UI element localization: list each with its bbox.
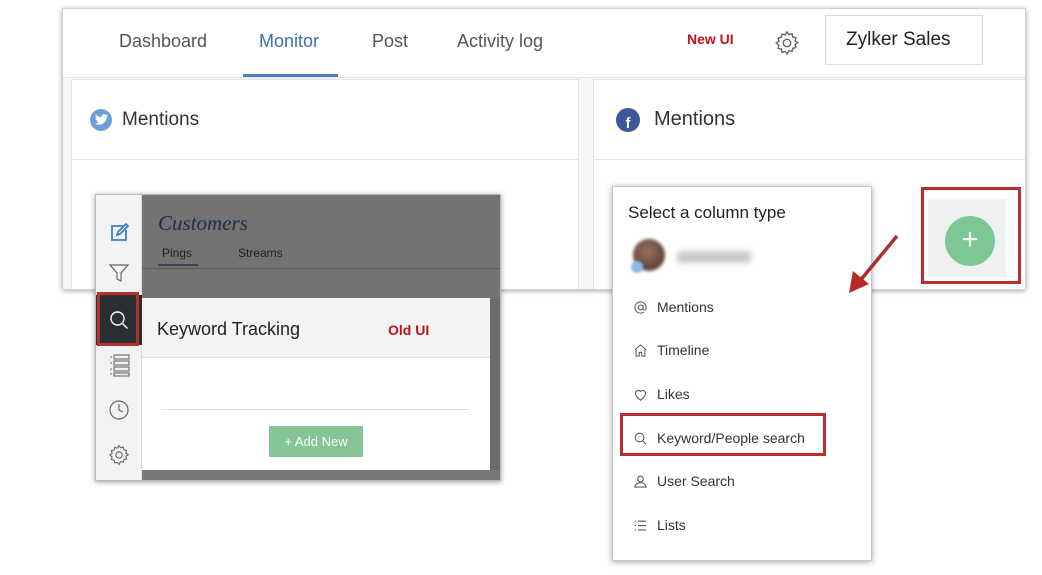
user-icon [632, 473, 648, 489]
menu-item-label: Likes [657, 386, 690, 402]
menu-item-likes[interactable]: Likes [613, 376, 871, 412]
column-title: Mentions [654, 108, 736, 130]
brand-name: Zylker Sales [846, 29, 951, 50]
compose-icon[interactable] [107, 221, 131, 245]
column-type-menu: Select a column type Mentions Timeline L… [612, 186, 872, 561]
tab-dashboard[interactable]: Dashboard [119, 31, 207, 52]
tab-streams[interactable]: Streams [238, 246, 283, 260]
list-icon[interactable] [107, 353, 131, 377]
old-header: Customers Pings Streams [142, 195, 500, 299]
old-ui-annotation: Old UI [388, 322, 430, 338]
menu-item-label: Timeline [657, 342, 710, 358]
menu-item-label: Mentions [657, 299, 714, 315]
gear-icon[interactable] [107, 443, 131, 467]
column-header: f Mentions [594, 80, 1025, 160]
menu-item-lists[interactable]: Lists [613, 507, 871, 543]
panel-title: Keyword Tracking [157, 319, 301, 339]
active-tab-indicator [158, 264, 198, 266]
gear-icon[interactable] [773, 29, 801, 57]
menu-title: Select a column type [628, 203, 786, 222]
menu-item-user-search[interactable]: User Search [613, 463, 871, 499]
divider [162, 409, 469, 410]
clock-icon[interactable] [107, 398, 131, 422]
menu-item-label: Lists [657, 517, 686, 533]
column-title: Mentions [122, 108, 200, 130]
list-icon [632, 517, 648, 533]
tab-activity-log[interactable]: Activity log [457, 31, 543, 52]
highlight-box-keyword-search [620, 413, 826, 456]
new-ui-annotation: New UI [687, 31, 734, 47]
old-footer-strip [142, 470, 500, 480]
menu-item-label: User Search [657, 473, 735, 489]
heart-icon [632, 386, 648, 402]
home-icon [632, 342, 648, 358]
menu-item-timeline[interactable]: Timeline [613, 332, 871, 368]
brand-selector[interactable]: Zylker Sales [825, 15, 983, 65]
filter-icon[interactable] [107, 261, 131, 285]
highlight-box-search [97, 292, 139, 346]
highlight-box-add-column [921, 187, 1021, 284]
twitter-badge-icon [631, 261, 643, 273]
menu-item-mentions[interactable]: Mentions [613, 289, 871, 325]
tab-monitor[interactable]: Monitor [259, 31, 319, 52]
active-tab-indicator [243, 74, 338, 77]
at-icon [632, 299, 648, 315]
twitter-icon [90, 108, 112, 131]
add-new-button[interactable]: + Add New [269, 426, 363, 457]
tab-post[interactable]: Post [372, 31, 408, 52]
annotation-arrow-icon [849, 234, 899, 293]
column-header: Mentions [72, 80, 578, 160]
top-navigation: Dashboard Monitor Post Activity log New … [63, 9, 1025, 78]
panel-header: Keyword Tracking Old UI [142, 298, 490, 358]
tab-pings[interactable]: Pings [162, 246, 192, 260]
blurred-account-name [677, 251, 751, 263]
facebook-icon: f [616, 107, 640, 132]
keyword-tracking-panel: Keyword Tracking Old UI + Add New [142, 298, 490, 470]
old-ui-window: Customers Pings Streams Keyword Tracking… [95, 194, 501, 481]
divider [142, 268, 500, 269]
portal-title: Customers [158, 211, 248, 235]
